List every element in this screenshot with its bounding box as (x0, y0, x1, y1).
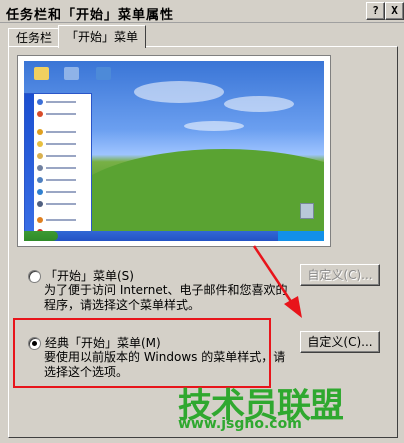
internet-explorer-icon (37, 99, 43, 105)
start-menu-side-strip (25, 94, 34, 240)
windows-update-icon (37, 111, 43, 117)
tab-start-menu[interactable]: 「开始」菜单 (58, 25, 147, 48)
search-icon (37, 177, 43, 183)
desktop-preview-image (24, 61, 324, 241)
radio-selected-dot (32, 341, 37, 346)
start-menu-preview-panel (24, 93, 92, 241)
start-menu-option-label[interactable]: 「开始」菜单(S) (45, 267, 134, 284)
help-icon (37, 189, 43, 195)
start-menu-customize-button[interactable]: 自定义(C)... (300, 264, 380, 286)
watermark: 技术员联盟 www.jsgho.com (158, 378, 398, 438)
hill-shape (64, 149, 324, 241)
run-icon (37, 201, 43, 207)
classic-start-menu-customize-button[interactable]: 自定义(C)... (300, 331, 380, 353)
programs-icon (37, 129, 43, 135)
start-button-preview (24, 231, 58, 241)
close-button[interactable]: X (385, 2, 404, 20)
taskbar-start-menu-properties-dialog: 任务栏和「开始」菜单属性 ? X 任务栏 「开始」菜单 「开始」菜单(S) 为了… (0, 0, 404, 443)
settings-icon (37, 165, 43, 171)
recycle-bin-icon (300, 203, 314, 219)
my-computer-icon (64, 67, 79, 80)
help-button[interactable]: ? (366, 2, 385, 20)
start-menu-radio[interactable] (28, 270, 41, 283)
system-tray-preview (278, 231, 324, 241)
classic-start-menu-radio[interactable] (28, 337, 41, 350)
network-icon (96, 67, 111, 80)
red-arrow-annotation (252, 245, 302, 318)
watermark-url: www.jsgho.com (178, 416, 302, 432)
documents-icon (37, 153, 43, 159)
start-menu-preview (17, 55, 331, 247)
window-title: 任务栏和「开始」菜单属性 (6, 8, 175, 23)
my-documents-icon (34, 67, 49, 80)
cloud-shape (184, 121, 244, 131)
favorites-icon (37, 141, 43, 147)
classic-start-menu-option-description: 要使用以前版本的 Windows 的菜单样式，请选择这个选项。 (44, 350, 286, 379)
cloud-shape (134, 81, 224, 103)
log-off-icon (37, 217, 43, 223)
classic-start-menu-option-label[interactable]: 经典「开始」菜单(M) (45, 334, 161, 351)
tab-taskbar[interactable]: 任务栏 (8, 28, 61, 48)
cloud-shape (224, 96, 294, 112)
title-bar: 任务栏和「开始」菜单属性 ? X (0, 0, 404, 23)
